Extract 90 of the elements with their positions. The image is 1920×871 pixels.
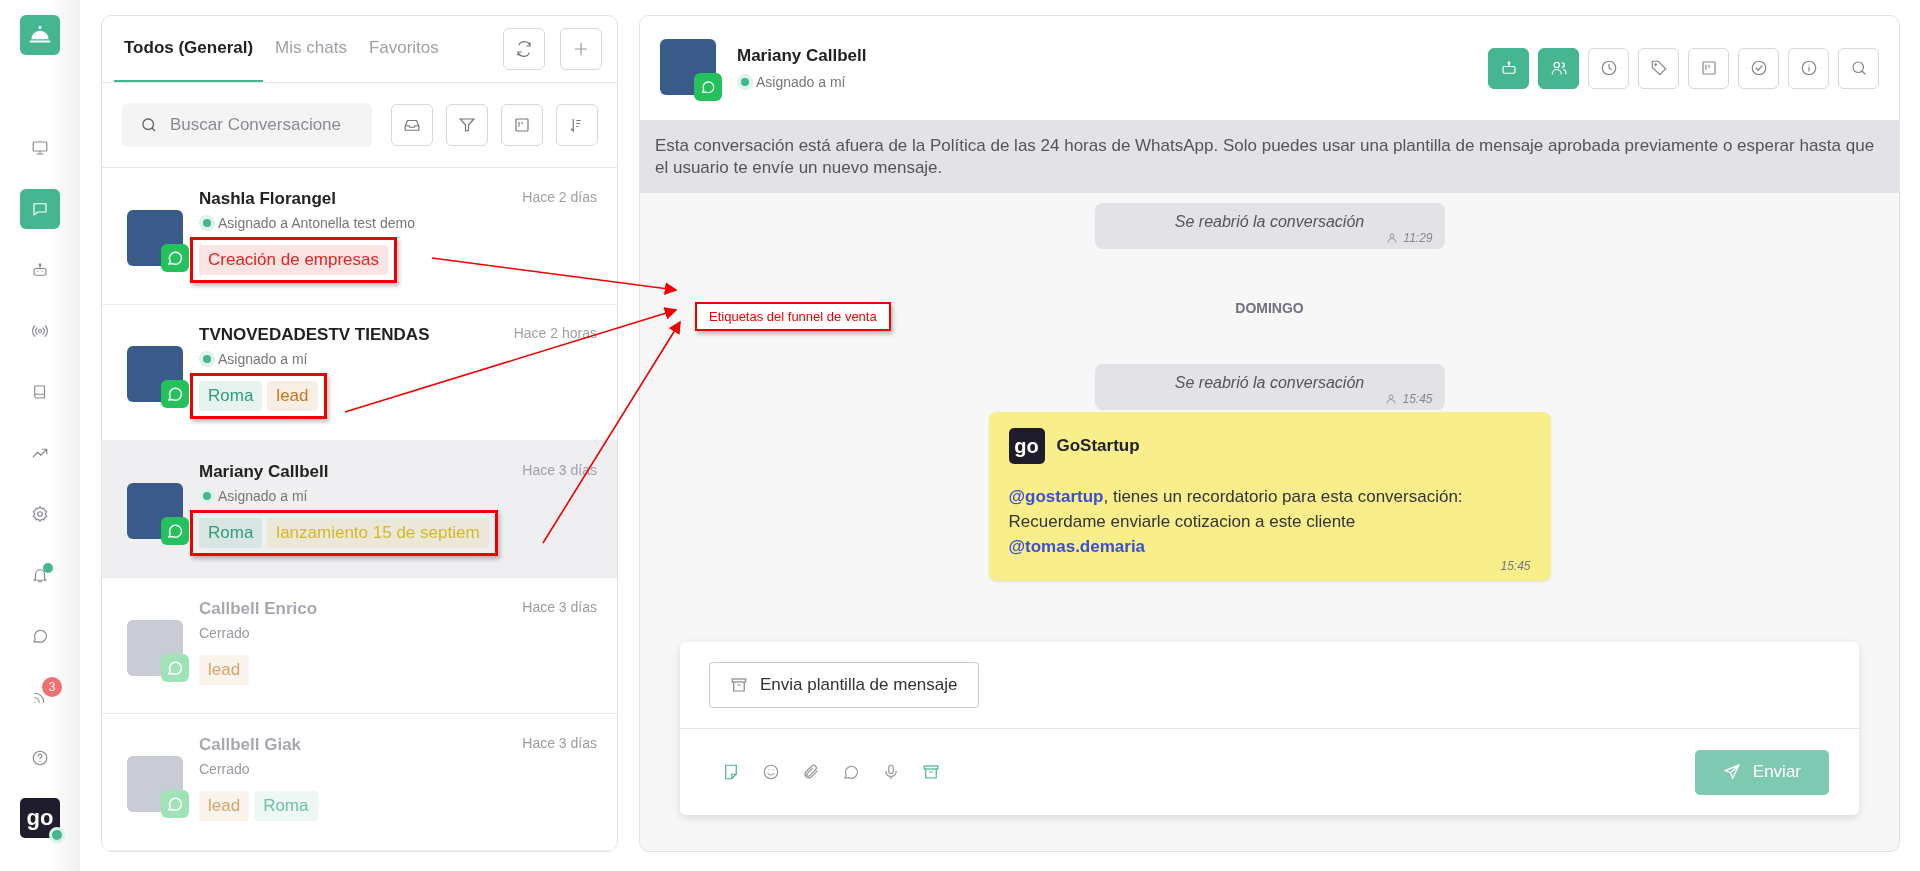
conversation-time: Hace 3 días [522, 735, 597, 752]
refresh-icon [515, 40, 533, 58]
tag: lanzamiento 15 de septiem [267, 517, 489, 548]
status-dot [203, 491, 211, 500]
assignment-status: Asignado a Antonella test demo [218, 214, 415, 231]
whatsapp-badge-icon [161, 380, 189, 409]
info-button[interactable] [1788, 47, 1829, 89]
add-button[interactable] [560, 28, 602, 70]
date-divider: DOMINGO [1235, 300, 1304, 316]
message-time: 15:45 [1402, 392, 1433, 406]
contact-name: Callbell Giak [199, 735, 303, 756]
nav-item[interactable] [20, 189, 60, 229]
person-icon [1385, 393, 1398, 405]
users-button[interactable] [1538, 47, 1579, 89]
note-text: @gostartup, tienes un recordatorio para esta conversación: Recuerdame enviarle cotizacion a este cliente @tomas.demaria [1008, 486, 1464, 558]
search-field[interactable]: Buscar Conversacione [122, 102, 372, 147]
search-icon [1849, 59, 1868, 77]
help-icon [31, 749, 49, 767]
tag: lead [199, 791, 250, 822]
settings-icon [31, 505, 49, 523]
monitor-icon [31, 139, 49, 157]
contact-name: Mariany Callbell [199, 461, 330, 482]
tag: lead [267, 381, 318, 412]
robot-icon [1499, 59, 1518, 77]
contact-name: Callbell Enrico [199, 598, 319, 619]
status-dot [741, 78, 749, 86]
tag: Creación de empresas [199, 244, 389, 275]
board-button[interactable] [1688, 47, 1729, 89]
inbox-button[interactable] [391, 103, 433, 146]
users-icon [1549, 59, 1568, 77]
system-message-text: Se reabrió la conversación [1174, 213, 1365, 231]
workspace-logo[interactable]: go [20, 798, 60, 838]
conversation-time: Hace 2 días [522, 188, 597, 205]
broadcast-icon [31, 322, 49, 340]
tag-icon [1649, 59, 1668, 77]
filter-button[interactable] [446, 103, 488, 146]
message-time: 11:29 [1403, 231, 1433, 245]
sender-logo: go [1008, 428, 1045, 464]
tag-button[interactable] [1638, 47, 1679, 89]
board-icon [1699, 59, 1718, 77]
board-icon [513, 115, 531, 134]
archive-icon [730, 676, 748, 694]
person-icon [1386, 232, 1399, 244]
conversation-time: Hace 3 días [522, 598, 597, 615]
contact-name: TVNOVEDADESTV TIENDAS [199, 325, 431, 346]
robot-button[interactable] [1488, 47, 1529, 89]
board-button[interactable] [501, 103, 543, 146]
system-message-text: Se reabrió la conversación [1174, 374, 1365, 392]
filter-icon [458, 115, 476, 134]
tag: lead [199, 654, 250, 685]
clock-icon [1599, 59, 1618, 77]
whatsapp-badge-icon [161, 243, 189, 272]
clock-button[interactable] [1588, 47, 1629, 89]
status-dot [203, 218, 211, 227]
contact-name: Mariany Callbell [737, 46, 867, 66]
message-time: 15:45 [1500, 559, 1531, 573]
sort-button[interactable] [556, 103, 598, 146]
tag: Roma [199, 381, 263, 412]
contact-name: Nashla Florangel [199, 188, 337, 209]
robot-icon [31, 261, 49, 279]
template-button[interactable]: Envia plantilla de mensaje [709, 662, 979, 708]
count-badge: 3 [42, 677, 62, 697]
whatsapp-badge-icon [161, 790, 189, 819]
refresh-button[interactable] [503, 28, 545, 70]
status-dot [203, 355, 211, 364]
assignment-status: Cerrado [199, 761, 250, 778]
sender-name: GoStartup [1056, 436, 1140, 456]
whatsapp-badge-icon [161, 653, 189, 682]
assignment-status: Asignado a mí [218, 351, 308, 368]
info-icon [1799, 59, 1818, 77]
assignment-status: Cerrado [199, 624, 250, 641]
bell-logo[interactable] [20, 15, 60, 55]
whatsapp-badge-icon [161, 516, 189, 545]
tag: Roma [199, 517, 263, 548]
check-icon [1749, 59, 1768, 77]
search-button[interactable] [1838, 47, 1879, 89]
send-icon [1722, 763, 1741, 781]
chat-icon [31, 200, 49, 218]
assignment-status: Asignado a mí [756, 74, 846, 90]
policy-banner: Esta conversación está afuera de la Política de las 24 horas de WhatsApp. Solo puedes usar una plantilla de mensaje aprobada previamente o esperar hasta que el usuario te envíe un nuevo mensaje. [640, 121, 1899, 193]
annotation-label: Etiquetas del funnel de venta [695, 302, 891, 331]
tag: Roma [254, 791, 318, 822]
bell-icon [31, 566, 49, 584]
tab[interactable]: Todos (General) [114, 16, 264, 82]
whatsapp-badge-icon [694, 73, 722, 101]
whatsapp-icon [31, 627, 49, 645]
conversation-time: Hace 2 horas [513, 325, 597, 342]
assignment-status: Asignado a mí [218, 487, 308, 504]
check-button[interactable] [1738, 47, 1779, 89]
plus-icon [572, 40, 590, 58]
